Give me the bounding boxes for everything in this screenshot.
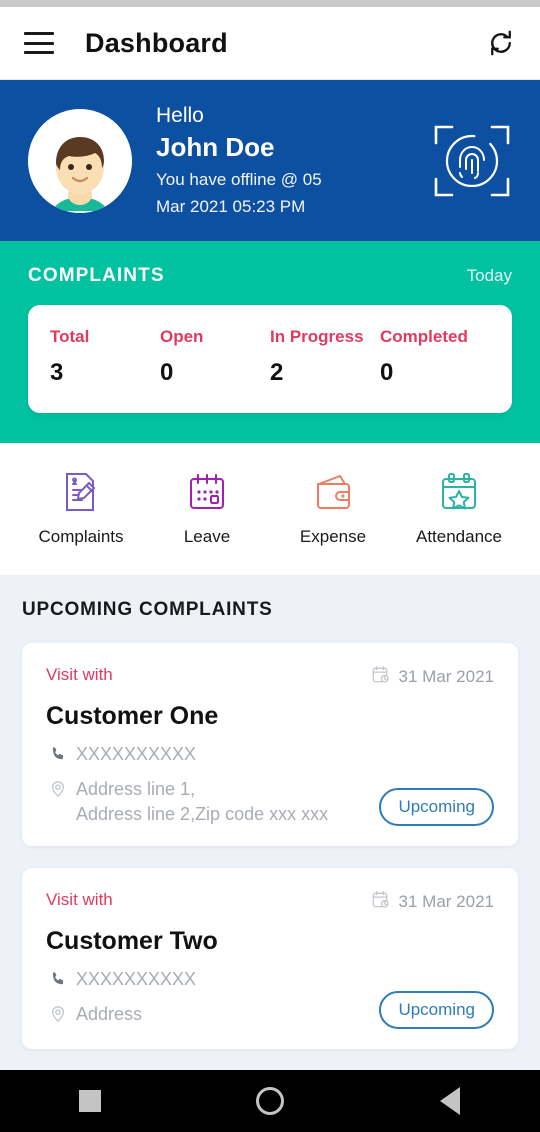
status-badge[interactable]: Upcoming (379, 991, 494, 1030)
hamburger-menu-icon[interactable] (24, 32, 54, 54)
address-text: Address (76, 1004, 143, 1025)
avatar[interactable] (28, 108, 132, 213)
complaint-date: 31 Mar 2021 (371, 890, 494, 914)
complaints-stats-card: Total 3 Open 0 In Progress 2 Completed 0 (28, 305, 512, 413)
square-recents-icon[interactable] (55, 1070, 125, 1132)
phone-icon (46, 967, 70, 988)
refresh-icon[interactable] (486, 28, 516, 58)
phone-number: XXXXXXXXXX (76, 744, 197, 764)
triangle-back-icon[interactable] (415, 1070, 485, 1132)
status-badge[interactable]: Upcoming (379, 787, 494, 826)
complaint-card[interactable]: Visit with 31 Mar 2021 Customer Two XXXX… (22, 867, 518, 1050)
stat-label: Completed (380, 327, 468, 346)
complaints-summary-section: COMPLAINTS Today Total 3 Open 0 In Progr… (0, 241, 540, 443)
quick-actions-row: Complaints Leave Expense Attendance (0, 443, 540, 575)
stat-open[interactable]: Open 0 (160, 327, 270, 387)
complaint-date-text: 31 Mar 2021 (398, 891, 494, 911)
user-hero-banner: Hello John Doe You have offline @ 05 Mar… (0, 80, 540, 241)
status-bar (0, 0, 540, 7)
complaint-card[interactable]: Visit with 31 Mar 2021 Customer One XXXX… (22, 643, 518, 846)
stat-value: 2 (270, 359, 284, 386)
calendar-clock-icon (371, 665, 390, 689)
complaint-card-footer: Address line 1, Address line 2,Zip code … (46, 766, 494, 826)
phone-row[interactable]: XXXXXXXXXX (46, 967, 494, 991)
location-pin-icon (46, 1002, 70, 1023)
quick-action-expense[interactable]: Expense (270, 469, 396, 547)
complaint-card-header: Visit with 31 Mar 2021 (46, 665, 494, 689)
complaint-date-text: 31 Mar 2021 (398, 667, 494, 686)
quick-action-complaints[interactable]: Complaints (18, 469, 144, 547)
quick-action-label: Leave (183, 527, 231, 546)
stat-value: 0 (160, 359, 174, 386)
offline-status-line1: You have offline @ 05 (156, 170, 322, 190)
document-pencil-icon (58, 469, 104, 515)
stat-label: Open (160, 327, 204, 346)
upcoming-section-title: UPCOMING COMPLAINTS (22, 599, 273, 620)
phone-icon (46, 742, 70, 763)
address-line-1: Address line 1, (76, 779, 196, 800)
complaint-date: 31 Mar 2021 (371, 665, 494, 689)
quick-action-label: Expense (299, 527, 367, 546)
visit-with-label: Visit with (46, 665, 113, 684)
complaints-header: COMPLAINTS Today (28, 265, 512, 287)
visit-with-label: Visit with (46, 889, 113, 909)
customer-name: Customer Two (46, 926, 218, 955)
app-screen: Dashboard Hello John Doe You have offlin… (0, 0, 540, 1132)
offline-status-line2: Mar 2021 05:23 PM (156, 197, 306, 217)
complaints-title: COMPLAINTS (28, 265, 165, 286)
calendar-dots-icon (184, 469, 230, 515)
complaint-card-footer: Address Upcoming (46, 991, 494, 1030)
stat-label: Total (50, 327, 90, 346)
upcoming-complaints-section: UPCOMING COMPLAINTS Visit with 31 Mar 20… (0, 575, 540, 1132)
quick-action-leave[interactable]: Leave (144, 469, 270, 547)
address-row: Address (46, 1002, 367, 1026)
stat-completed[interactable]: Completed 0 (380, 327, 490, 387)
complaints-period-label[interactable]: Today (467, 266, 512, 286)
phone-number: XXXXXXXXXX (76, 968, 197, 989)
stat-value: 3 (50, 359, 64, 386)
quick-action-label: Attendance (415, 527, 502, 546)
wallet-icon (310, 469, 356, 515)
quick-action-label: Complaints (38, 527, 124, 546)
hero-text-block: Hello John Doe You have offline @ 05 Mar… (156, 102, 432, 219)
address-text: Address line 1, Address line 2,Zip code … (76, 777, 328, 826)
complaint-card-header: Visit with 31 Mar 2021 (46, 890, 494, 914)
calendar-star-icon (436, 469, 482, 515)
user-name: John Doe (156, 132, 275, 163)
address-row: Address line 1, Address line 2,Zip code … (46, 777, 367, 826)
stat-value: 0 (380, 359, 394, 386)
stat-in-progress[interactable]: In Progress 2 (270, 327, 380, 387)
greeting-label: Hello (156, 103, 204, 127)
phone-row[interactable]: XXXXXXXXXX (46, 742, 494, 766)
stat-total[interactable]: Total 3 (50, 327, 160, 387)
android-nav-bar (0, 1070, 540, 1132)
calendar-clock-icon (371, 890, 390, 914)
circle-home-icon[interactable] (235, 1070, 305, 1132)
page-title: Dashboard (85, 27, 228, 58)
fingerprint-scan-icon[interactable] (432, 121, 512, 201)
stat-label: In Progress (270, 327, 364, 346)
address-line-2: Address line 2,Zip code xxx xxx (76, 803, 329, 824)
app-bar: Dashboard (0, 7, 540, 80)
customer-name: Customer One (46, 702, 219, 730)
quick-action-attendance[interactable]: Attendance (396, 469, 522, 547)
location-pin-icon (46, 777, 70, 798)
